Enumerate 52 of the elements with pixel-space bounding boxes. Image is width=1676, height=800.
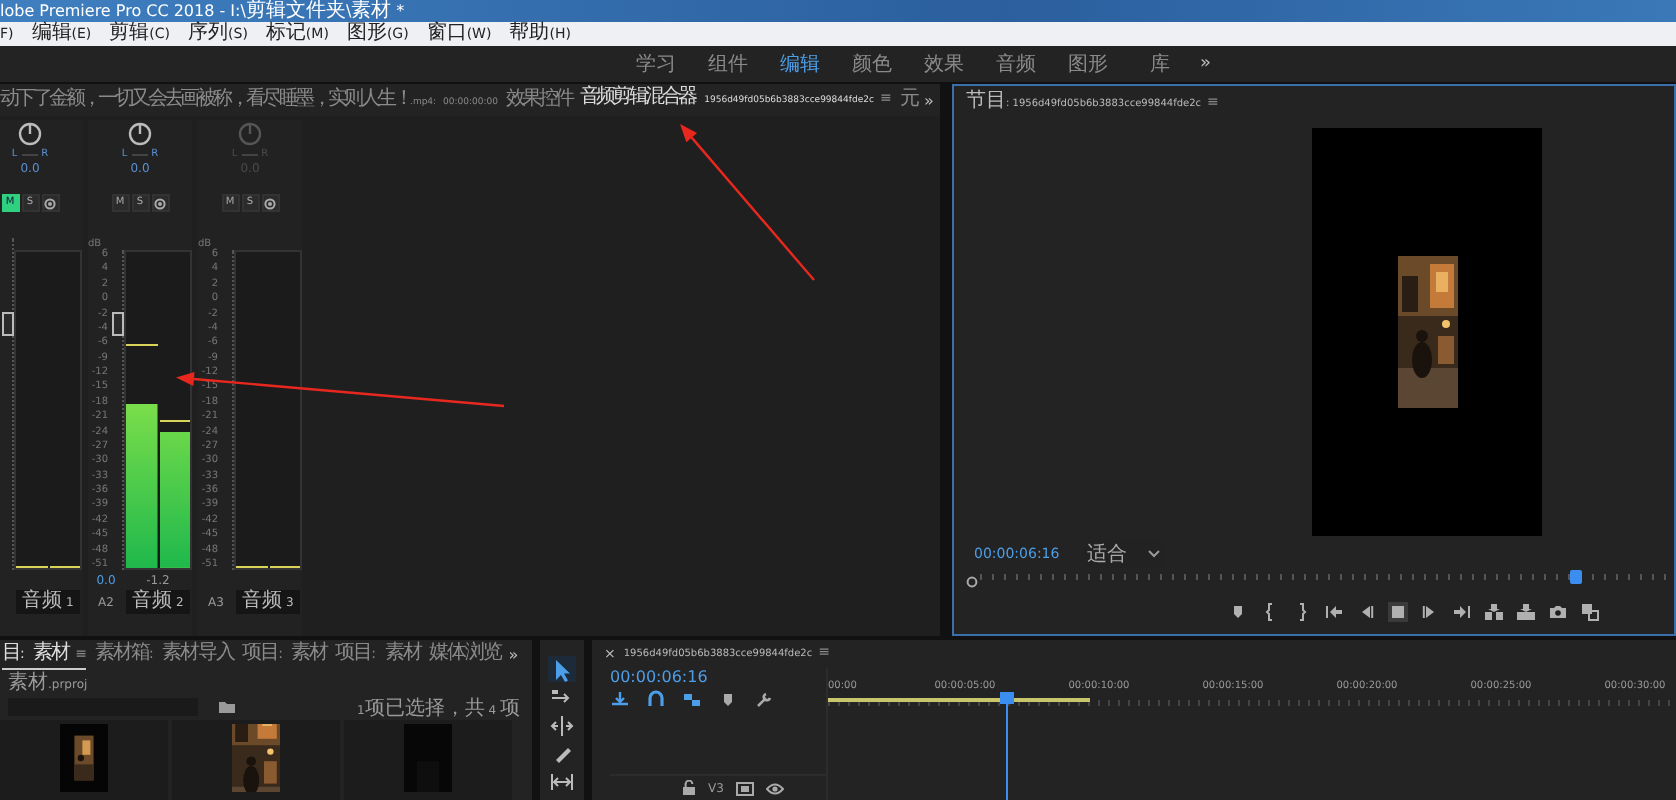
thumbnail-card[interactable] xyxy=(0,720,168,800)
more-tabs-button[interactable]: » xyxy=(508,645,519,663)
bar-arrow-icon[interactable] xyxy=(1452,602,1472,622)
tool-button[interactable] xyxy=(548,768,576,794)
insert-icon[interactable] xyxy=(1484,602,1504,622)
tool-button[interactable] xyxy=(548,712,576,738)
workspace-tab[interactable]: 编辑 xyxy=(764,50,836,78)
nest-icon[interactable] xyxy=(610,690,630,710)
thumbnail-card[interactable] xyxy=(172,720,340,800)
timecode[interactable]: 00:00:06:16 xyxy=(610,668,826,688)
tool-button[interactable] xyxy=(548,656,576,682)
caret-icon xyxy=(1147,550,1160,558)
eye-icon[interactable] xyxy=(765,781,784,795)
arrow-pointer-icon xyxy=(550,657,574,681)
pan-knob[interactable] xyxy=(18,122,42,146)
workspace-tab[interactable]: 库 xyxy=(1124,50,1196,78)
workspace-tab[interactable]: 学习 xyxy=(620,50,692,78)
workspace-tab[interactable]: 图形 xyxy=(1052,50,1124,78)
panel-tab[interactable]: 媒体浏览 xyxy=(428,640,501,668)
more-workspaces-button[interactable]: » xyxy=(1200,54,1212,74)
playhead-handle[interactable] xyxy=(1570,570,1583,584)
fader-handle[interactable] xyxy=(2,312,14,337)
folder-icon[interactable] xyxy=(218,700,236,714)
overwrite-icon[interactable] xyxy=(1516,602,1536,622)
marker-icon[interactable] xyxy=(1228,602,1248,622)
more-tabs-button[interactable]: » xyxy=(924,91,934,109)
thumbnail-card[interactable] xyxy=(344,720,512,800)
linked-clips-icon[interactable] xyxy=(682,690,702,710)
workspace-tab[interactable]: 颜色 xyxy=(836,50,908,78)
workspace-tab[interactable]: 效果 xyxy=(908,50,980,78)
magnet-icon[interactable] xyxy=(646,690,666,710)
ripple-edit-icon xyxy=(550,713,574,737)
marker-icon[interactable] xyxy=(718,690,738,710)
zoom-dropdown[interactable]: 适合 xyxy=(1083,540,1164,568)
bar-arrow-icon[interactable] xyxy=(1324,602,1344,622)
playhead-handle[interactable] xyxy=(1000,692,1015,704)
stop-icon[interactable] xyxy=(1388,602,1408,622)
workspace-tab[interactable]: 音频 xyxy=(980,50,1052,78)
pan-knob[interactable] xyxy=(128,122,152,146)
panel-tab[interactable]: 效果控件 xyxy=(505,84,572,117)
panel-tab[interactable]: 元 xyxy=(899,84,917,117)
zoom-handle[interactable] xyxy=(966,576,978,588)
record-button[interactable] xyxy=(151,194,169,212)
squares-icon[interactable] xyxy=(1580,602,1600,622)
record-button[interactable] xyxy=(41,194,59,212)
lock-icon[interactable] xyxy=(682,780,696,796)
slip-icon xyxy=(550,769,574,793)
fader-handle[interactable] xyxy=(112,312,124,337)
workspace-tab[interactable]: 组件 xyxy=(692,50,764,78)
camera-icon[interactable] xyxy=(1548,602,1568,622)
wrench-icon[interactable] xyxy=(754,690,774,710)
film-icon[interactable] xyxy=(735,781,754,795)
